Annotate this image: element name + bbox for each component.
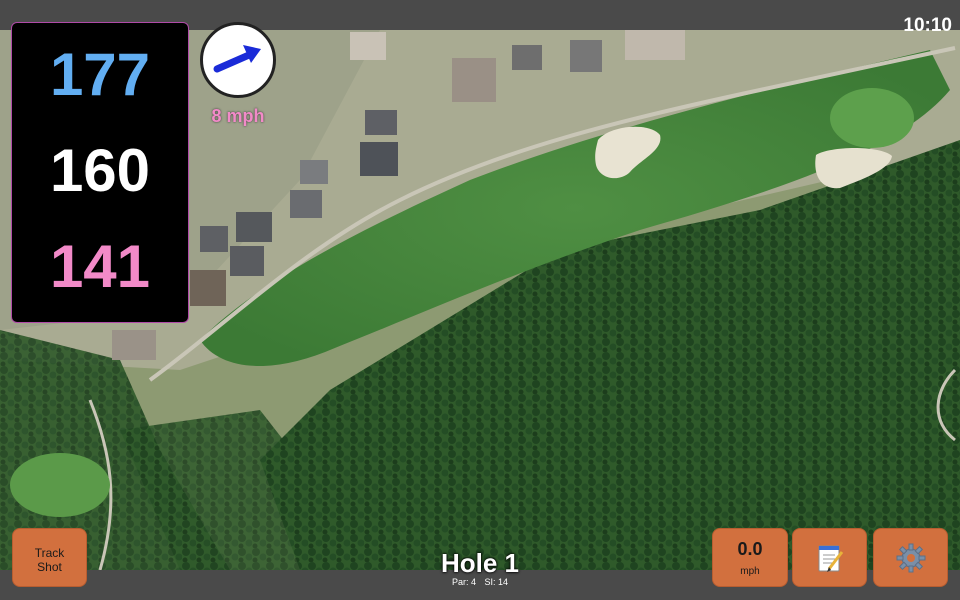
hole-stroke-index: SI: 14 [484, 577, 509, 587]
speed-button[interactable]: 0.0 mph [712, 528, 788, 587]
notepad-icon [818, 545, 844, 572]
track-shot-button[interactable]: Track Shot [12, 528, 87, 587]
golf-gps-screen: 10:10 177 160 141 8 mph Track Shot Hole … [0, 0, 960, 600]
clock: 10:10 [903, 15, 952, 36]
middle-distance: 160 [49, 137, 151, 204]
arrow-right-icon [213, 45, 261, 73]
hole-title[interactable]: Hole 1 [380, 548, 580, 579]
hole-info: Par: 4 SI: 14 [380, 577, 580, 587]
settings-button[interactable] [873, 528, 948, 587]
gear-icon [896, 543, 926, 573]
speed-unit: mph [740, 566, 760, 577]
speed-value: 0.0 [737, 539, 763, 559]
wind-speed: 8 mph [211, 106, 265, 126]
back-distance: 177 [49, 41, 151, 108]
track-shot-label-line2: Shot [37, 560, 62, 574]
track-shot-label-line1: Track [34, 546, 65, 560]
wind-indicator [200, 22, 276, 98]
hole-par: Par: 4 [451, 577, 476, 587]
notes-button[interactable] [792, 528, 867, 587]
distance-panel: 177 160 141 [11, 22, 189, 323]
front-distance: 141 [49, 233, 151, 300]
